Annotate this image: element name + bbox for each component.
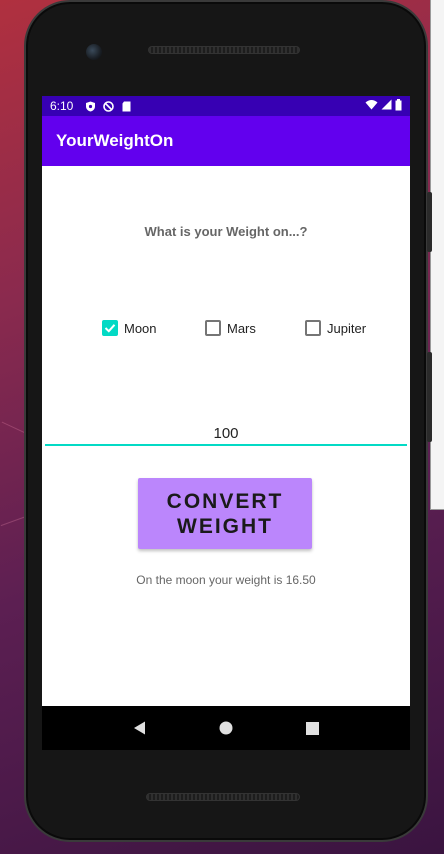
speaker-grille-top [148, 46, 300, 54]
wifi-icon [365, 99, 378, 113]
app-screen: 6:10 YourWeightOn What is your Weight on… [42, 96, 410, 706]
signal-icon [381, 99, 392, 113]
result-text: On the moon your weight is 16.50 [136, 573, 316, 587]
mars-checkbox[interactable]: Mars [205, 320, 256, 336]
planet-checkbox-group: Moon Mars Jupiter [42, 320, 410, 340]
recents-icon[interactable] [303, 718, 323, 738]
power-button[interactable] [427, 192, 432, 252]
jupiter-label: Jupiter [327, 320, 367, 336]
moon-label: Moon [124, 320, 157, 336]
moon-checkbox[interactable]: Moon [102, 320, 157, 336]
convert-weight-button[interactable]: CONVERT WEIGHT [138, 478, 312, 549]
question-label: What is your Weight on...? [144, 224, 308, 239]
volume-button[interactable] [427, 352, 432, 442]
status-time: 6:10 [50, 99, 74, 113]
weight-input[interactable] [45, 422, 407, 446]
app-title: YourWeightOn [56, 131, 174, 150]
unchecked-box-icon[interactable] [305, 320, 321, 336]
front-camera [86, 44, 102, 60]
back-icon[interactable] [129, 718, 149, 738]
navigation-bar [42, 706, 410, 750]
checked-icon[interactable] [102, 320, 118, 336]
home-icon[interactable] [216, 718, 236, 738]
status-right-icons [365, 98, 402, 114]
battery-icon [395, 98, 402, 114]
blocked-icon [103, 100, 115, 112]
mars-label: Mars [227, 320, 256, 336]
sd-card-icon [121, 101, 132, 112]
shield-icon [85, 101, 96, 112]
status-bar: 6:10 [42, 96, 410, 116]
unchecked-box-icon[interactable] [205, 320, 221, 336]
jupiter-checkbox[interactable]: Jupiter [305, 320, 366, 336]
speaker-grille-bottom [146, 793, 300, 801]
app-bar: YourWeightOn [42, 116, 410, 166]
background-window [430, 0, 444, 510]
